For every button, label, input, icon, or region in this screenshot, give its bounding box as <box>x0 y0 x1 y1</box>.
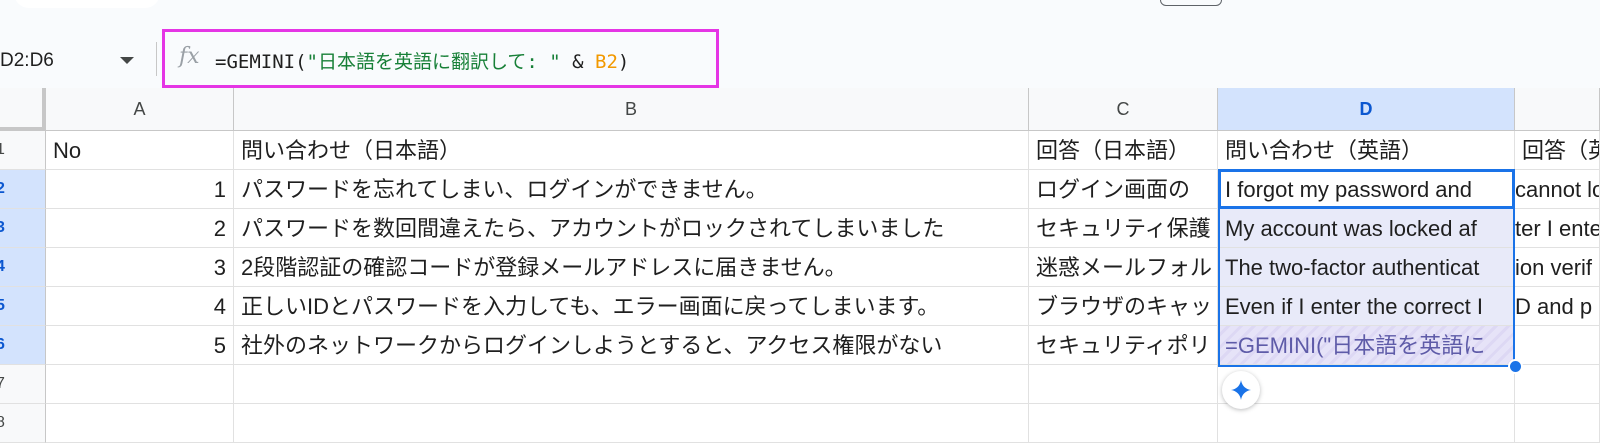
cell-d3[interactable]: My account was locked af <box>1218 209 1515 248</box>
cell-e8[interactable] <box>1515 404 1600 443</box>
formula-string: "日本語を英語に翻訳して: " <box>306 51 561 73</box>
toolbar-strip <box>0 0 1600 32</box>
cell-b6[interactable]: 社外のネットワークからログインしようとすると、アクセス権限がない <box>234 326 1029 365</box>
formula-input[interactable]: =GEMINI("日本語を英語に翻訳して: " & B2) <box>215 47 629 74</box>
cell-d8[interactable] <box>1218 404 1515 443</box>
cell-b5[interactable]: 正しいIDとパスワードを入力しても、エラー画面に戻ってしまいます。 <box>234 287 1029 326</box>
cell-e4[interactable]: ion verif <box>1515 248 1600 287</box>
cell-d6[interactable]: =GEMINI("日本語を英語に <box>1218 326 1515 365</box>
cell-a5[interactable]: 4 <box>46 287 234 326</box>
cell-e6[interactable] <box>1515 326 1600 365</box>
formula-bar[interactable]: fx =GEMINI("日本語を英語に翻訳して: " & B2) <box>162 29 719 88</box>
row-header-6[interactable]: 6 <box>0 326 46 365</box>
fill-handle[interactable] <box>1508 359 1523 374</box>
cell-c7[interactable] <box>1029 365 1218 404</box>
cell-c4[interactable]: 迷惑メールフォル <box>1029 248 1218 287</box>
row-header-8[interactable]: 8 <box>0 404 46 443</box>
cell-d4[interactable]: The two-factor authenticat <box>1218 248 1515 287</box>
toolbar-chip[interactable] <box>1160 0 1222 6</box>
row-header-7[interactable]: 7 <box>0 365 46 404</box>
cell-b3[interactable]: パスワードを数回間違えたら、アカウントがロックされてしまいました <box>234 209 1029 248</box>
cell-e7[interactable] <box>1515 365 1600 404</box>
column-header-e[interactable] <box>1515 88 1600 131</box>
fx-icon: fx <box>179 44 200 69</box>
gemini-spark-button[interactable] <box>1222 371 1260 409</box>
sparkle-icon <box>1231 380 1251 400</box>
cell-b4[interactable]: 2段階認証の確認コードが登録メールアドレスに届きません。 <box>234 248 1029 287</box>
row-header-2[interactable]: 2 <box>0 170 46 209</box>
cell-b1[interactable]: 問い合わせ（日本語） <box>234 131 1029 170</box>
column-header-c[interactable]: C <box>1029 88 1218 131</box>
cell-d5[interactable]: Even if I enter the correct I <box>1218 287 1515 326</box>
formula-reference: B2 <box>595 51 618 73</box>
cell-d1[interactable]: 問い合わせ（英語） <box>1218 131 1515 170</box>
cell-a1[interactable]: No <box>46 131 234 170</box>
cell-a8[interactable] <box>46 404 234 443</box>
cell-d7[interactable] <box>1218 365 1515 404</box>
row-header-4[interactable]: 4 <box>0 248 46 287</box>
cell-a4[interactable]: 3 <box>46 248 234 287</box>
cell-a2[interactable]: 1 <box>46 170 234 209</box>
formula-prefix: =GEMINI( <box>215 51 307 73</box>
spreadsheet-grid: A B C D 1 No 問い合わせ（日本語） 回答（日本語） 問い合わせ（英語… <box>0 88 1600 443</box>
row-header-5[interactable]: 5 <box>0 287 46 326</box>
row-header-1[interactable]: 1 <box>0 131 46 170</box>
formula-operator: & <box>560 51 596 73</box>
column-header-b[interactable]: B <box>234 88 1029 131</box>
cell-c2[interactable]: ログイン画面の <box>1029 170 1218 209</box>
cell-c5[interactable]: ブラウザのキャッ <box>1029 287 1218 326</box>
cell-a3[interactable]: 2 <box>46 209 234 248</box>
cell-e5[interactable]: D and p <box>1515 287 1600 326</box>
cell-c8[interactable] <box>1029 404 1218 443</box>
column-header-a[interactable]: A <box>46 88 234 131</box>
cell-c1[interactable]: 回答（日本語） <box>1029 131 1218 170</box>
cell-a7[interactable] <box>46 365 234 404</box>
cell-b8[interactable] <box>234 404 1029 443</box>
menu-pill[interactable] <box>14 0 160 8</box>
cell-d2[interactable]: I forgot my password and <box>1218 170 1515 209</box>
name-box[interactable]: D2:D6 <box>0 44 150 76</box>
cell-e2[interactable]: cannot lo <box>1515 170 1600 209</box>
name-box-value[interactable]: D2:D6 <box>0 50 54 72</box>
cell-e1[interactable]: 回答（英 <box>1515 131 1600 170</box>
formula-suffix: ) <box>617 51 630 73</box>
chevron-down-icon[interactable] <box>120 57 134 64</box>
cell-c3[interactable]: セキュリティ保護 <box>1029 209 1218 248</box>
cell-b2[interactable]: パスワードを忘れてしまい、ログインができません。 <box>234 170 1029 209</box>
cell-c6[interactable]: セキュリティポリ <box>1029 326 1218 365</box>
divider <box>156 42 157 76</box>
select-all-corner[interactable] <box>0 88 46 131</box>
cell-e3[interactable]: ter I ente <box>1515 209 1600 248</box>
cell-a6[interactable]: 5 <box>46 326 234 365</box>
cell-b7[interactable] <box>234 365 1029 404</box>
column-header-d[interactable]: D <box>1218 88 1515 131</box>
row-header-3[interactable]: 3 <box>0 209 46 248</box>
